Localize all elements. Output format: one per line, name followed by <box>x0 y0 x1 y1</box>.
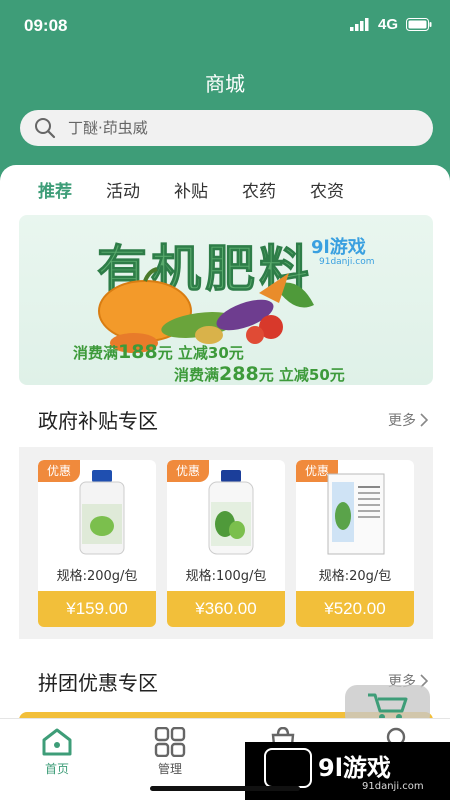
home-indicator <box>150 786 300 791</box>
subsidy-section-title: 政府补贴专区 <box>38 409 158 433</box>
promo2-amount: 288 <box>219 363 259 385</box>
home-icon <box>42 728 72 756</box>
page-title: 商城 <box>205 72 245 96</box>
product-spec: 规格:200g/包 <box>56 569 138 584</box>
product-spec: 规格:100g/包 <box>185 569 267 584</box>
product-bottle-image <box>79 470 125 555</box>
subsidy-more-link[interactable]: 更多 <box>388 410 428 430</box>
group-buy-section-title: 拼团优惠专区 <box>38 671 158 695</box>
main-content: 推荐 活动 补贴 农药 农资 有机肥料 9l游戏 91danji.com 消费满… <box>0 165 450 800</box>
promo1-suffix: 元 立减30元 <box>157 344 244 362</box>
tabbar-manage[interactable]: 管理 <box>135 727 205 777</box>
watermark-text: 9l游戏 <box>318 754 391 782</box>
status-icons: 4G <box>349 16 432 33</box>
search-icon <box>35 118 56 139</box>
product-card[interactable]: 优惠 规格:100g/包 ¥360.00 <box>167 460 285 627</box>
tab-subsidy[interactable]: 补贴 <box>174 177 208 202</box>
promo1-amount: 188 <box>118 341 158 363</box>
product-bottle-image <box>208 470 254 555</box>
grid-icon <box>154 727 186 757</box>
tabbar-manage-label: 管理 <box>157 762 182 776</box>
tab-activity[interactable]: 活动 <box>106 177 140 202</box>
tab-recommend[interactable]: 推荐 <box>38 177 72 202</box>
tabbar-home[interactable]: 首页 <box>22 727 92 777</box>
product-price: ¥360.00 <box>167 591 285 627</box>
search-bar[interactable] <box>20 110 433 146</box>
subsidy-more-label: 更多 <box>388 413 416 429</box>
product-price: ¥159.00 <box>38 591 156 627</box>
network-label: 4G <box>377 16 398 33</box>
status-time: 09:08 <box>24 16 68 35</box>
search-input[interactable] <box>68 119 388 137</box>
promo-line-2: 消费满288元 立减50元 <box>174 363 345 385</box>
shopping-cart-icon <box>367 693 407 720</box>
watermark-url: 91danji.com <box>362 781 424 792</box>
product-card[interactable]: 优惠 规格:200g/包 ¥159.00 <box>38 460 156 627</box>
promo2-prefix: 消费满 <box>174 366 220 384</box>
tab-agri-supplies[interactable]: 农资 <box>310 177 344 202</box>
promo-banner[interactable]: 有机肥料 9l游戏 91danji.com 消费满188元 立减30元 消费满2… <box>19 215 433 385</box>
promo1-prefix: 消费满 <box>73 344 119 362</box>
battery-icon <box>406 18 432 31</box>
signal-icon <box>349 18 369 31</box>
watermark-logo-icon <box>264 748 312 788</box>
product-price: ¥520.00 <box>296 591 414 627</box>
chevron-right-icon <box>420 413 428 427</box>
status-bar: 09:08 4G <box>0 0 450 56</box>
product-box-image <box>327 473 385 555</box>
category-tabs: 推荐 活动 补贴 农药 农资 <box>38 177 344 202</box>
tab-pesticide[interactable]: 农药 <box>242 177 276 202</box>
product-spec: 规格:20g/包 <box>318 569 392 584</box>
product-card[interactable]: 优惠 规格:20g/包 ¥520.00 <box>296 460 414 627</box>
promo2-suffix: 元 立减50元 <box>258 366 345 384</box>
promo-line-1: 消费满188元 立减30元 <box>73 341 244 363</box>
tabbar-home-label: 首页 <box>44 762 69 776</box>
